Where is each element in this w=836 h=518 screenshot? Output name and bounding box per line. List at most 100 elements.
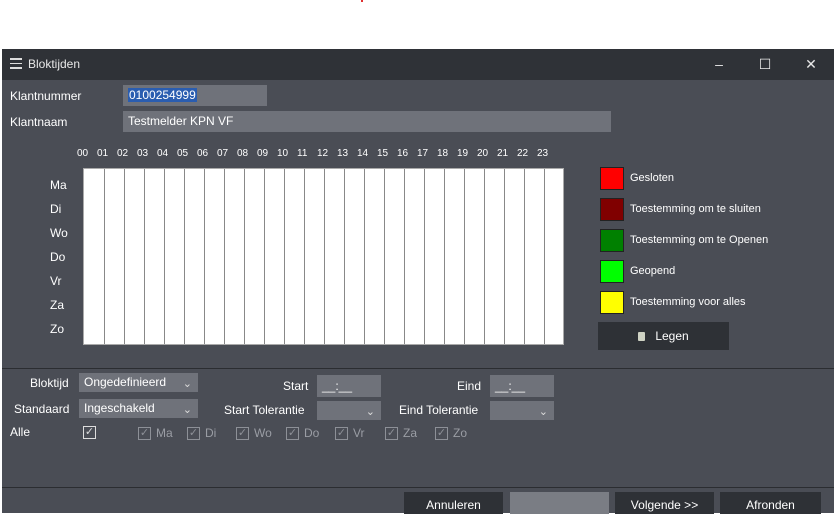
day-checkbox[interactable]: ✓ xyxy=(385,427,398,440)
bloktijd-value: Ongedefinieerd xyxy=(84,375,167,389)
hour-label: 02 xyxy=(117,148,129,159)
grid-line xyxy=(524,169,525,344)
day-checkbox-label: Di xyxy=(205,426,217,440)
day-checkbox[interactable]: ✓ xyxy=(236,427,249,440)
schedule-grid[interactable] xyxy=(83,168,564,345)
day-checkbox-label: Za xyxy=(403,426,418,440)
red-dot-marker xyxy=(361,0,363,2)
day-checkbox-label: Do xyxy=(304,426,320,440)
klantnummer-label: Klantnummer xyxy=(10,89,82,103)
legend-swatch[interactable] xyxy=(600,198,624,221)
legend-label: Gesloten xyxy=(630,172,675,184)
klantnaam-label: Klantnaam xyxy=(10,115,68,129)
day-checkbox[interactable]: ✓ xyxy=(187,427,200,440)
day-label: Do xyxy=(50,250,66,264)
chevron-down-icon: ⌄ xyxy=(538,406,548,418)
eind-tolerantie-label: Eind Tolerantie xyxy=(399,403,479,417)
chevron-down-icon: ⌄ xyxy=(182,404,192,416)
legend-label: Toestemming om te sluiten xyxy=(630,203,761,215)
grid-line xyxy=(104,169,105,344)
start-time-input[interactable]: __:__ xyxy=(317,375,381,397)
hour-label: 13 xyxy=(337,148,349,159)
start-tolerantie-dropdown[interactable]: ⌄ xyxy=(317,401,381,420)
standaard-label: Standaard xyxy=(14,402,70,416)
standaard-dropdown[interactable]: Ingeschakeld ⌄ xyxy=(79,399,198,418)
chevron-down-icon: ⌄ xyxy=(182,378,192,390)
hour-label: 14 xyxy=(357,148,369,159)
hour-label: 11 xyxy=(297,148,308,159)
afronden-button[interactable]: Afronden xyxy=(720,492,821,514)
klantnummer-value: 0100254999 xyxy=(128,88,197,102)
legend-label: Geopend xyxy=(630,265,676,277)
chevron-down-icon: ⌄ xyxy=(365,406,375,418)
legend-swatch[interactable] xyxy=(600,260,624,283)
grid-line xyxy=(384,169,385,344)
day-label: Ma xyxy=(50,178,67,192)
bloktijd-dropdown[interactable]: Ongedefinieerd ⌄ xyxy=(79,373,198,392)
grid-line xyxy=(244,169,245,344)
hour-label: 05 xyxy=(177,148,189,159)
maximize-button[interactable]: ☐ xyxy=(742,49,788,80)
grid-line xyxy=(124,169,125,344)
hour-label: 09 xyxy=(257,148,269,159)
hour-label: 23 xyxy=(537,148,549,159)
legend-swatch[interactable] xyxy=(600,167,624,190)
grid-line xyxy=(204,169,205,344)
opslaan-button[interactable] xyxy=(510,492,609,514)
alle-label: Alle xyxy=(10,425,31,439)
hour-label: 07 xyxy=(217,148,229,159)
grid-line xyxy=(264,169,265,344)
hour-label: 18 xyxy=(437,148,449,159)
legend-swatch[interactable] xyxy=(600,229,624,252)
eind-time-input[interactable]: __:__ xyxy=(490,375,554,397)
grid-line xyxy=(364,169,365,344)
grid-line xyxy=(144,169,145,344)
grid-line xyxy=(444,169,445,344)
day-checkbox-label: Zo xyxy=(453,426,468,440)
legend-label: Toestemming om te Openen xyxy=(630,234,769,246)
day-checkbox[interactable]: ✓ xyxy=(335,427,348,440)
grid-line xyxy=(284,169,285,344)
grid-line xyxy=(324,169,325,344)
hour-label: 19 xyxy=(457,148,469,159)
hour-label: 21 xyxy=(497,148,509,159)
legen-button[interactable]: Legen xyxy=(598,322,729,350)
hour-label: 16 xyxy=(397,148,409,159)
hour-label: 04 xyxy=(157,148,169,159)
bloktijd-label: Bloktijd xyxy=(30,376,69,390)
day-checkbox[interactable]: ✓ xyxy=(286,427,299,440)
hour-label: 22 xyxy=(517,148,529,159)
hour-label: 00 xyxy=(77,148,89,159)
day-checkbox-label: Vr xyxy=(353,426,365,440)
annuleren-button[interactable]: Annuleren xyxy=(404,492,503,514)
grid-line xyxy=(544,169,545,344)
window-title: Bloktijden xyxy=(28,57,81,71)
legend-swatch[interactable] xyxy=(600,291,624,314)
grid-line xyxy=(184,169,185,344)
minimize-button[interactable]: – xyxy=(696,49,742,80)
volgende-button[interactable]: Volgende >> xyxy=(615,492,714,514)
legen-label: Legen xyxy=(655,329,689,343)
eind-tolerantie-dropdown[interactable]: ⌄ xyxy=(490,401,554,420)
close-button[interactable]: ✕ xyxy=(788,49,834,80)
day-checkbox[interactable]: ✓ xyxy=(138,427,151,440)
hour-label: 20 xyxy=(477,148,489,159)
day-checkbox[interactable]: ✓ xyxy=(435,427,448,440)
grid-line xyxy=(464,169,465,344)
grid-line xyxy=(404,169,405,344)
hour-label: 15 xyxy=(377,148,389,159)
menu-icon[interactable] xyxy=(10,58,22,70)
klantnaam-field[interactable]: Testmelder KPN VF xyxy=(123,111,611,132)
hour-label: 12 xyxy=(317,148,329,159)
alle-checkbox[interactable]: ✓ xyxy=(83,426,96,439)
day-checkbox-label: Wo xyxy=(254,426,272,440)
legend-label: Toestemming voor alles xyxy=(630,296,746,308)
grid-line xyxy=(344,169,345,344)
klantnummer-field[interactable]: 0100254999 xyxy=(123,85,267,106)
grid-line xyxy=(164,169,165,344)
day-label: Vr xyxy=(50,274,62,288)
hour-label: 17 xyxy=(417,148,429,159)
hour-label: 08 xyxy=(237,148,249,159)
start-label: Start xyxy=(283,379,309,393)
start-tolerantie-label: Start Tolerantie xyxy=(224,403,305,417)
